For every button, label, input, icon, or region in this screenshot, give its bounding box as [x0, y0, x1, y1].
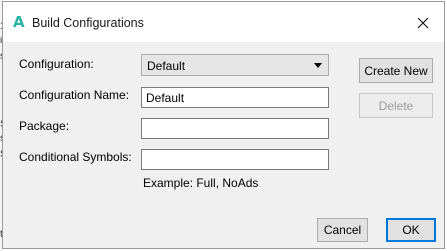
dropdown-arrow-icon: [314, 63, 322, 68]
delete-label: Delete: [378, 98, 414, 113]
configuration-name-label: Configuration Name:: [19, 88, 130, 102]
conditional-symbols-example: Example: Full, NoAds: [143, 176, 259, 190]
window-title: Build Configurations: [32, 16, 144, 30]
configuration-dropdown[interactable]: Default: [141, 54, 329, 76]
ok-button[interactable]: OK: [386, 218, 436, 242]
conditional-symbols-label: Conditional Symbols:: [19, 150, 132, 164]
app-logo-icon: A: [13, 13, 25, 31]
configuration-selected-value: Default: [147, 59, 186, 73]
package-field[interactable]: [141, 118, 329, 139]
cancel-button[interactable]: Cancel: [317, 218, 368, 242]
cancel-label: Cancel: [323, 223, 362, 237]
configuration-name-field[interactable]: [141, 87, 329, 108]
conditional-symbols-field[interactable]: [141, 149, 329, 170]
title-bar[interactable]: A Build Configurations: [3, 2, 444, 42]
create-new-label: Create New: [364, 63, 428, 78]
configuration-label: Configuration:: [19, 57, 94, 71]
close-button[interactable]: [412, 12, 434, 34]
close-icon: [417, 17, 429, 29]
ok-label: OK: [402, 223, 420, 237]
delete-button[interactable]: Delete: [359, 93, 433, 118]
package-label: Package:: [19, 119, 70, 133]
build-configurations-dialog: A Build Configurations Configuration: De…: [2, 1, 445, 249]
create-new-button[interactable]: Create New: [359, 58, 433, 83]
screen: 1 i s S s S t A Build Configurations Con…: [0, 0, 447, 251]
